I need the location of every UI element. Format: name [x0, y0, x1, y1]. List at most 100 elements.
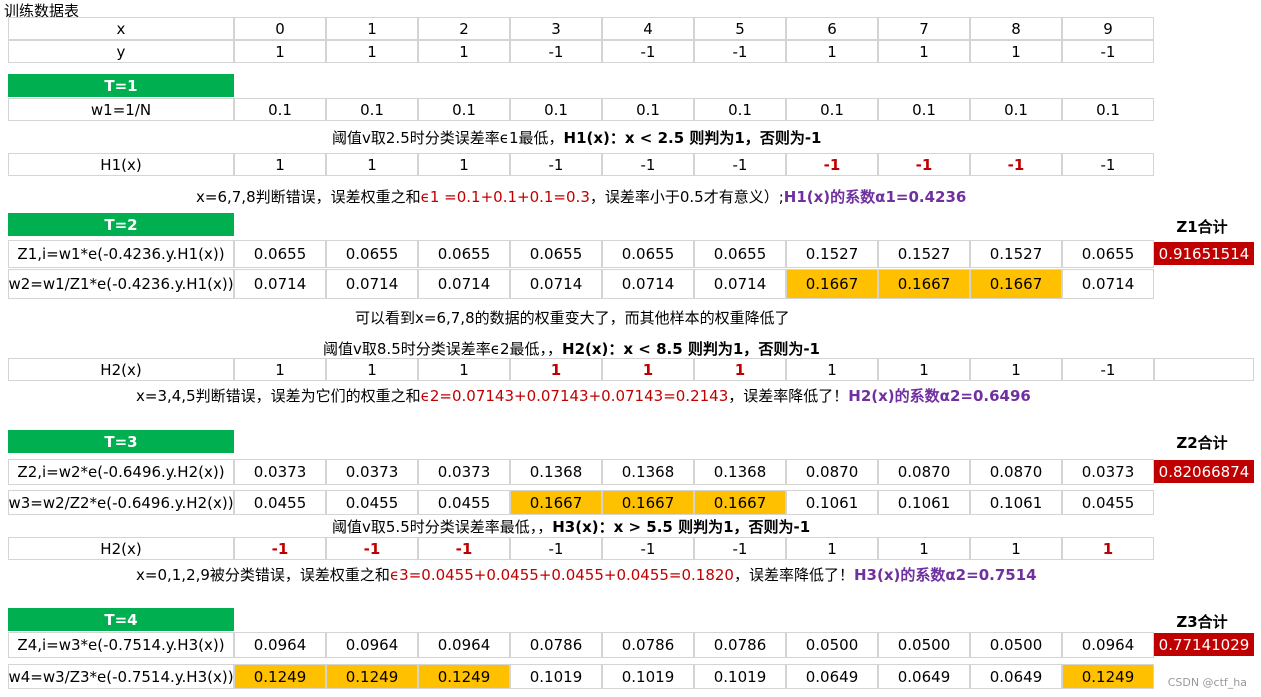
table-cell: 0.0655 — [418, 240, 510, 268]
table-cell: 1 — [970, 40, 1062, 63]
note-text: 阈值v取8.5时分类误差率ϵ2最低，， — [323, 340, 563, 358]
table-cell: -1 — [694, 40, 786, 63]
note-coef: H1(x)的系数α1=0.4236 — [783, 188, 967, 206]
table-cell: 0.0786 — [510, 632, 602, 658]
row-w2: w2=w1/Z1*e(-0.4236.y.H1(x)) 0.0714 0.0714 0… — [8, 269, 1154, 299]
table-cell: -1 — [510, 153, 602, 176]
row-z1: Z1,i=w1*e(-0.4236.y.H1(x)) 0.0655 0.0655 0.… — [8, 240, 1154, 268]
table-cell: 0.0649 — [786, 664, 878, 689]
table-cell: 0.0714 — [694, 269, 786, 299]
table-cell: 1 — [326, 40, 418, 63]
table-cell: 0.0455 — [326, 490, 418, 515]
note-error-3: x=0,1,2,9被分类错误，误差权重之和ϵ3=0.0455+0.0455+0.… — [136, 564, 1037, 585]
table-cell: 0.0455 — [1062, 490, 1154, 515]
table-cell: 0.1667 — [602, 490, 694, 515]
table-cell: 1 — [234, 358, 326, 381]
row-label: Z2,i=w2*e(-0.6496.y.H2(x)) — [8, 459, 234, 485]
table-cell: -1 — [1062, 40, 1154, 63]
table-cell: 0.1249 — [1062, 664, 1154, 689]
table-cell: 1 — [234, 153, 326, 176]
note-text: 阈值v取5.5时分类误差率最低，， — [332, 518, 553, 536]
note-threshold-3: 阈值v取5.5时分类误差率最低，，H3(x)：x > 5.5 则判为1，否则为-… — [332, 516, 810, 537]
table-cell: -1 — [878, 153, 970, 176]
table-cell: 0.1019 — [694, 664, 786, 689]
watermark: CSDN @ctf_ha — [1167, 676, 1247, 689]
table-cell: 1 — [418, 40, 510, 63]
z2-total: 0.82066874 — [1154, 460, 1254, 483]
table-cell: -1 — [694, 153, 786, 176]
row-label: w1=1/N — [8, 98, 234, 121]
note-error-sum: ϵ3=0.0455+0.0455+0.0455+0.0455=0.1820 — [389, 566, 734, 584]
table-cell: 0.0373 — [418, 459, 510, 485]
table-cell: 0.0373 — [326, 459, 418, 485]
note-weight-change: 可以看到x=6,7,8的数据的权重变大了，而其他样本的权重降低了 — [355, 309, 790, 327]
table-cell: 1 — [878, 537, 970, 560]
row-h3: H2(x) -1 -1 -1 -1 -1 -1 1 1 1 1 — [8, 537, 1154, 560]
table-cell: -1 — [602, 40, 694, 63]
table-cell: 0.0373 — [234, 459, 326, 485]
table-cell: 0.0786 — [602, 632, 694, 658]
table-cell: 1 — [326, 17, 418, 40]
table-cell: 0.1 — [234, 98, 326, 121]
table-cell: -1 — [602, 537, 694, 560]
note-rule: H2(x)：x < 8.5 则判为1，否则为-1 — [562, 340, 820, 358]
table-cell: 0.1667 — [970, 269, 1062, 299]
table-cell: 0.0655 — [694, 240, 786, 268]
table-cell: 0.1 — [510, 98, 602, 121]
table-cell: 0.0714 — [510, 269, 602, 299]
table-cell: 0.0455 — [418, 490, 510, 515]
row-h2: H2(x) 1 1 1 1 1 1 1 1 1 -1 — [8, 358, 1254, 381]
table-cell: 0.0455 — [234, 490, 326, 515]
row-label: w2=w1/Z1*e(-0.4236.y.H1(x)) — [8, 269, 234, 299]
table-cell: 0.0714 — [418, 269, 510, 299]
row-label: w3=w2/Z2*e(-0.6496.y.H2(x)) — [8, 490, 234, 515]
table-cell: -1 — [234, 537, 326, 560]
row-label: Z4,i=w3*e(-0.7514.y.H3(x)) — [8, 632, 234, 658]
table-cell: 1 — [602, 358, 694, 381]
row-w4: w4=w3/Z3*e(-0.7514.y.H3(x)) 0.1249 0.1249 0… — [8, 664, 1154, 689]
table-cell: 0.0870 — [878, 459, 970, 485]
note-text: ，误差率小于0.5才有意义）; — [589, 188, 784, 206]
row-x: x0123456789 — [8, 17, 1154, 40]
table-cell: 4 — [602, 17, 694, 40]
note-text: x=0,1,2,9被分类错误，误差权重之和 — [136, 566, 390, 584]
table-cell: 0.1667 — [694, 490, 786, 515]
table-cell: 3 — [510, 17, 602, 40]
table-cell: -1 — [326, 537, 418, 560]
table-cell: 0 — [234, 17, 326, 40]
table-cell: 0.1 — [970, 98, 1062, 121]
table-cell: 0.1368 — [602, 459, 694, 485]
banner-t4: T=4 — [8, 608, 234, 631]
table-cell: 1 — [786, 40, 878, 63]
table-cell: 0.0786 — [694, 632, 786, 658]
row-label: H1(x) — [8, 153, 234, 176]
note-rule: H3(x)：x > 5.5 则判为1，否则为-1 — [552, 518, 811, 536]
table-cell: 0.0714 — [326, 269, 418, 299]
row-label: H2(x) — [8, 358, 234, 381]
table-cell: 0.1667 — [878, 269, 970, 299]
table-cell: 1 — [694, 358, 786, 381]
table-cell: 0.1 — [418, 98, 510, 121]
table-cell: 0.1 — [602, 98, 694, 121]
note-threshold-2: 阈值v取8.5时分类误差率ϵ2最低，，H2(x)：x < 8.5 则判为1，否则… — [323, 338, 820, 359]
table-cell: 0.1368 — [694, 459, 786, 485]
table-cell: 1 — [234, 40, 326, 63]
table-cell: 0.0500 — [786, 632, 878, 658]
table-cell: 0.1019 — [602, 664, 694, 689]
table-cell: 0.0714 — [1062, 269, 1154, 299]
table-cell: -1 — [510, 40, 602, 63]
table-cell: 0.0500 — [878, 632, 970, 658]
table-cell: 0.0649 — [878, 664, 970, 689]
table-cell: 0.0714 — [234, 269, 326, 299]
note-text: ，误差率降低了！ — [728, 387, 849, 405]
table-cell: -1 — [1062, 358, 1154, 381]
note-text: ，误差率降低了！ — [733, 566, 854, 584]
table-cell: 0.1249 — [418, 664, 510, 689]
table-cell: 0.1 — [694, 98, 786, 121]
table-cell: 0.0655 — [234, 240, 326, 268]
table-cell: 0.1527 — [970, 240, 1062, 268]
table-cell: 6 — [786, 17, 878, 40]
table-cell: 0.1061 — [970, 490, 1062, 515]
table-cell: 0.1061 — [786, 490, 878, 515]
note-error-1: x=6,7,8判断错误，误差权重之和ϵ1 =0.1+0.1+0.1=0.3，误差… — [196, 186, 966, 207]
